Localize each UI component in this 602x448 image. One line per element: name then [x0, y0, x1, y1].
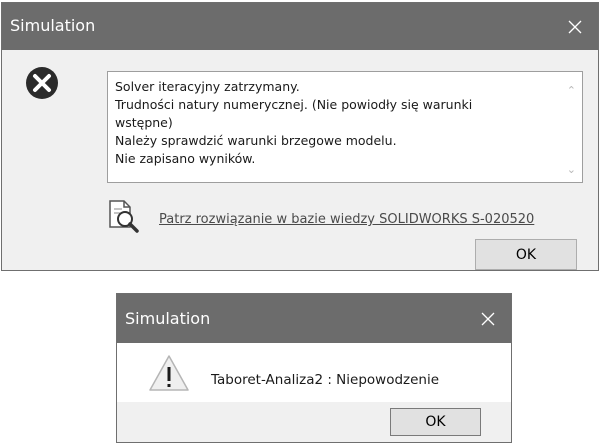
- message-line: Należy sprawdzić warunki brzegowe modelu…: [115, 133, 397, 148]
- message-box[interactable]: Solver iteracyjny zatrzymany. Trudności …: [107, 71, 583, 183]
- error-icon: [26, 67, 58, 99]
- scroll-down-arrow[interactable]: ⌄: [567, 163, 576, 176]
- result-message: Taboret-Analiza2 : Niepowodzenie: [211, 372, 440, 388]
- message-line: Nie zapisano wyników.: [115, 151, 256, 166]
- message-text: Solver iteracyjny zatrzymany. Trudności …: [115, 78, 535, 168]
- simulation-result-dialog: Simulation Taboret-Analiza2 : Niepowodze…: [116, 293, 512, 443]
- title-bar[interactable]: Simulation: [117, 294, 511, 343]
- knowledge-base-search-icon: [109, 200, 139, 233]
- button-bar: OK: [117, 402, 511, 442]
- scroll-up-arrow[interactable]: ⌃: [567, 84, 576, 97]
- title-bar[interactable]: Simulation: [2, 3, 598, 50]
- ok-button[interactable]: OK: [475, 239, 577, 270]
- message-line: Solver iteracyjny zatrzymany.: [115, 79, 300, 94]
- knowledge-base-link[interactable]: Patrz rozwiązanie w bazie wiedzy SOLIDWO…: [159, 212, 534, 227]
- dialog-title: Simulation: [125, 309, 211, 328]
- message-line: wstępne): [115, 115, 173, 130]
- close-icon: [481, 312, 495, 325]
- close-button[interactable]: [465, 294, 511, 343]
- warning-icon: [149, 355, 189, 391]
- close-button[interactable]: [552, 3, 598, 50]
- message-line: Trudności natury numerycznej. (Nie powio…: [115, 97, 473, 112]
- dialog-title: Simulation: [10, 16, 96, 35]
- close-icon: [568, 20, 582, 33]
- simulation-error-dialog: Simulation Solver iteracyjny zatrzymany.…: [1, 2, 599, 271]
- ok-button[interactable]: OK: [390, 408, 481, 436]
